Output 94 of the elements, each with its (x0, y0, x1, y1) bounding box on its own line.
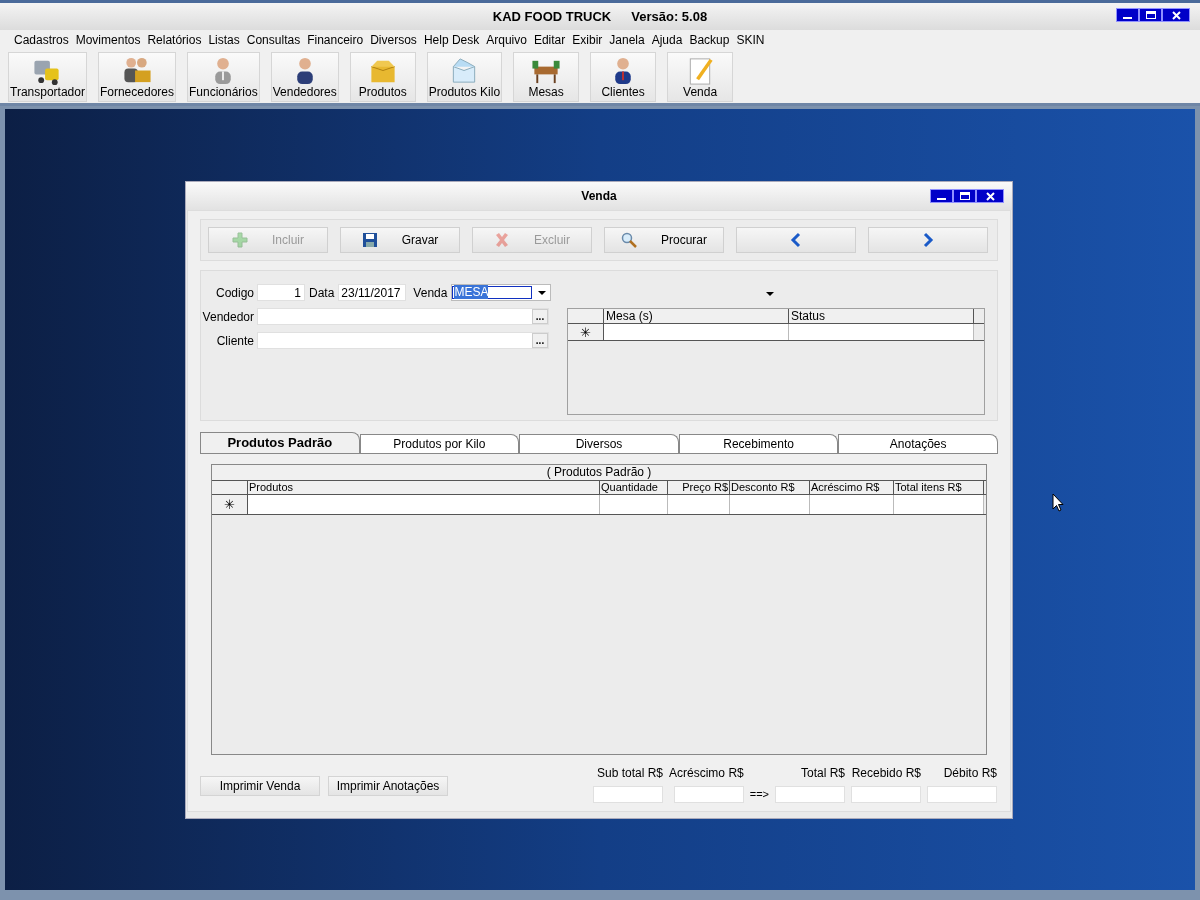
grid-cell[interactable] (604, 324, 789, 340)
field-label: Vendedor (201, 308, 255, 326)
minimize-button[interactable] (930, 189, 953, 203)
total-field[interactable] (775, 786, 845, 803)
column-header: Produtos (248, 481, 600, 494)
toolbar-button[interactable] (868, 227, 988, 253)
close-button[interactable] (1162, 8, 1190, 22)
maximize-button[interactable] (1139, 8, 1162, 22)
grid-cell[interactable] (668, 495, 730, 514)
menu-item[interactable]: Exibir (572, 31, 603, 49)
date-field[interactable]: 23/11/2017 (338, 284, 407, 301)
dropdown-arrow-icon (538, 290, 547, 295)
toolbar-button[interactable]: Gravar (340, 227, 460, 253)
tab[interactable]: Anotações (838, 434, 998, 453)
total-label: Recebido R$ (851, 765, 921, 782)
client-field[interactable]: ... (257, 332, 549, 349)
field-label: Data (308, 284, 336, 302)
grid-cell[interactable] (248, 495, 600, 514)
tab[interactable]: Produtos por Kilo (359, 434, 520, 453)
new-row-marker: ✳ (568, 324, 604, 340)
grid-cell[interactable] (730, 495, 810, 514)
toolbar-button[interactable] (736, 227, 856, 253)
menu-item[interactable]: Ajuda (651, 31, 683, 49)
cross-icon (494, 232, 510, 248)
plus-icon (232, 232, 248, 248)
column-header: Desconto R$ (730, 481, 810, 494)
toolbar-button[interactable]: Vendedores (270, 52, 339, 102)
seller-field[interactable]: ... (257, 308, 549, 325)
print-button[interactable]: Imprimir Anotações (328, 776, 448, 796)
menu-item[interactable]: SKIN (736, 31, 765, 49)
menu-item[interactable]: Consultas (246, 31, 301, 49)
toolbar-button[interactable]: Fornecedores (97, 52, 176, 102)
dropdown-arrow-icon (766, 292, 774, 296)
menu-item[interactable]: Janela (609, 31, 645, 49)
total-field[interactable] (673, 786, 744, 803)
minimize-button[interactable] (1116, 8, 1139, 22)
menu-item[interactable]: Cadastros (14, 31, 69, 49)
total-field[interactable] (593, 786, 664, 803)
menu-item[interactable]: Relatórios (147, 31, 202, 49)
grid-cell[interactable] (810, 495, 894, 514)
toolbar-button[interactable]: Procurar (604, 227, 724, 253)
toolbar-button[interactable]: Mesas (513, 52, 580, 102)
search-icon (621, 232, 637, 248)
menu-item[interactable]: Financeiro (307, 31, 364, 49)
column-header: Preço R$ (668, 481, 730, 494)
menu-item[interactable]: Listas (208, 31, 240, 49)
total-field[interactable] (927, 786, 997, 803)
grid-cell[interactable] (600, 495, 668, 514)
total-label: Total R$ (800, 765, 845, 782)
grid-title: ( Produtos Padrão ) (212, 465, 986, 481)
menu-item[interactable]: Movimentos (75, 31, 141, 49)
tab[interactable]: Diversos (519, 434, 679, 453)
app-version: Versão: 5.08 (631, 7, 708, 26)
grid-cell[interactable] (789, 324, 974, 340)
column-header: Acréscimo R$ (810, 481, 894, 494)
column-header: Status (789, 309, 974, 323)
browse-button[interactable]: ... (532, 309, 548, 324)
column-header: Mesa (s) (604, 309, 789, 323)
total-label: Sub total R$ (597, 765, 664, 782)
column-header: Total itens R$ (894, 481, 984, 494)
menu-item[interactable]: Diversos (370, 31, 417, 49)
total-field[interactable] (851, 786, 921, 803)
browse-button[interactable]: ... (532, 333, 548, 348)
toolbar-button[interactable]: Transportador (8, 52, 87, 102)
maximize-button[interactable] (953, 189, 976, 203)
close-icon (985, 191, 995, 201)
tab[interactable]: Recebimento (678, 434, 839, 453)
close-icon (1171, 10, 1181, 20)
menu-item[interactable]: Help Desk (423, 31, 480, 49)
field-label: Cliente (215, 332, 255, 350)
field-label: Venda (412, 284, 449, 302)
toolbar-button[interactable]: Produtos (349, 52, 416, 102)
close-button[interactable] (976, 189, 1004, 203)
menu-item[interactable]: Backup (689, 31, 730, 49)
code-field[interactable]: 1 (257, 284, 305, 301)
toolbar-button[interactable]: Venda (667, 52, 734, 102)
grid-cell[interactable] (894, 495, 984, 514)
column-header: Quantidade (600, 481, 668, 494)
app-title: KAD FOOD TRUCK (492, 7, 612, 26)
tab[interactable]: Produtos Padrão (200, 432, 360, 453)
toolbar-button[interactable]: Funcionários (187, 52, 260, 102)
mouse-cursor-icon (1052, 493, 1064, 512)
toolbar-button[interactable]: Produtos Kilo (426, 52, 503, 102)
window-title: Venda (581, 188, 617, 205)
total-label: Acréscimo R$ (669, 765, 744, 782)
arrow-text: ==> (749, 786, 769, 802)
sale-type-dropdown[interactable]: MESA (451, 284, 552, 301)
field-label: Codigo (214, 284, 255, 302)
menu-item[interactable]: Editar (533, 31, 566, 49)
print-button[interactable]: Imprimir Venda (200, 776, 320, 796)
toolbar-button[interactable]: Clientes (590, 52, 657, 102)
new-row-marker: ✳ (212, 495, 248, 514)
menu-item[interactable]: Arquivo (486, 31, 527, 49)
total-label: Débito R$ (943, 765, 997, 782)
